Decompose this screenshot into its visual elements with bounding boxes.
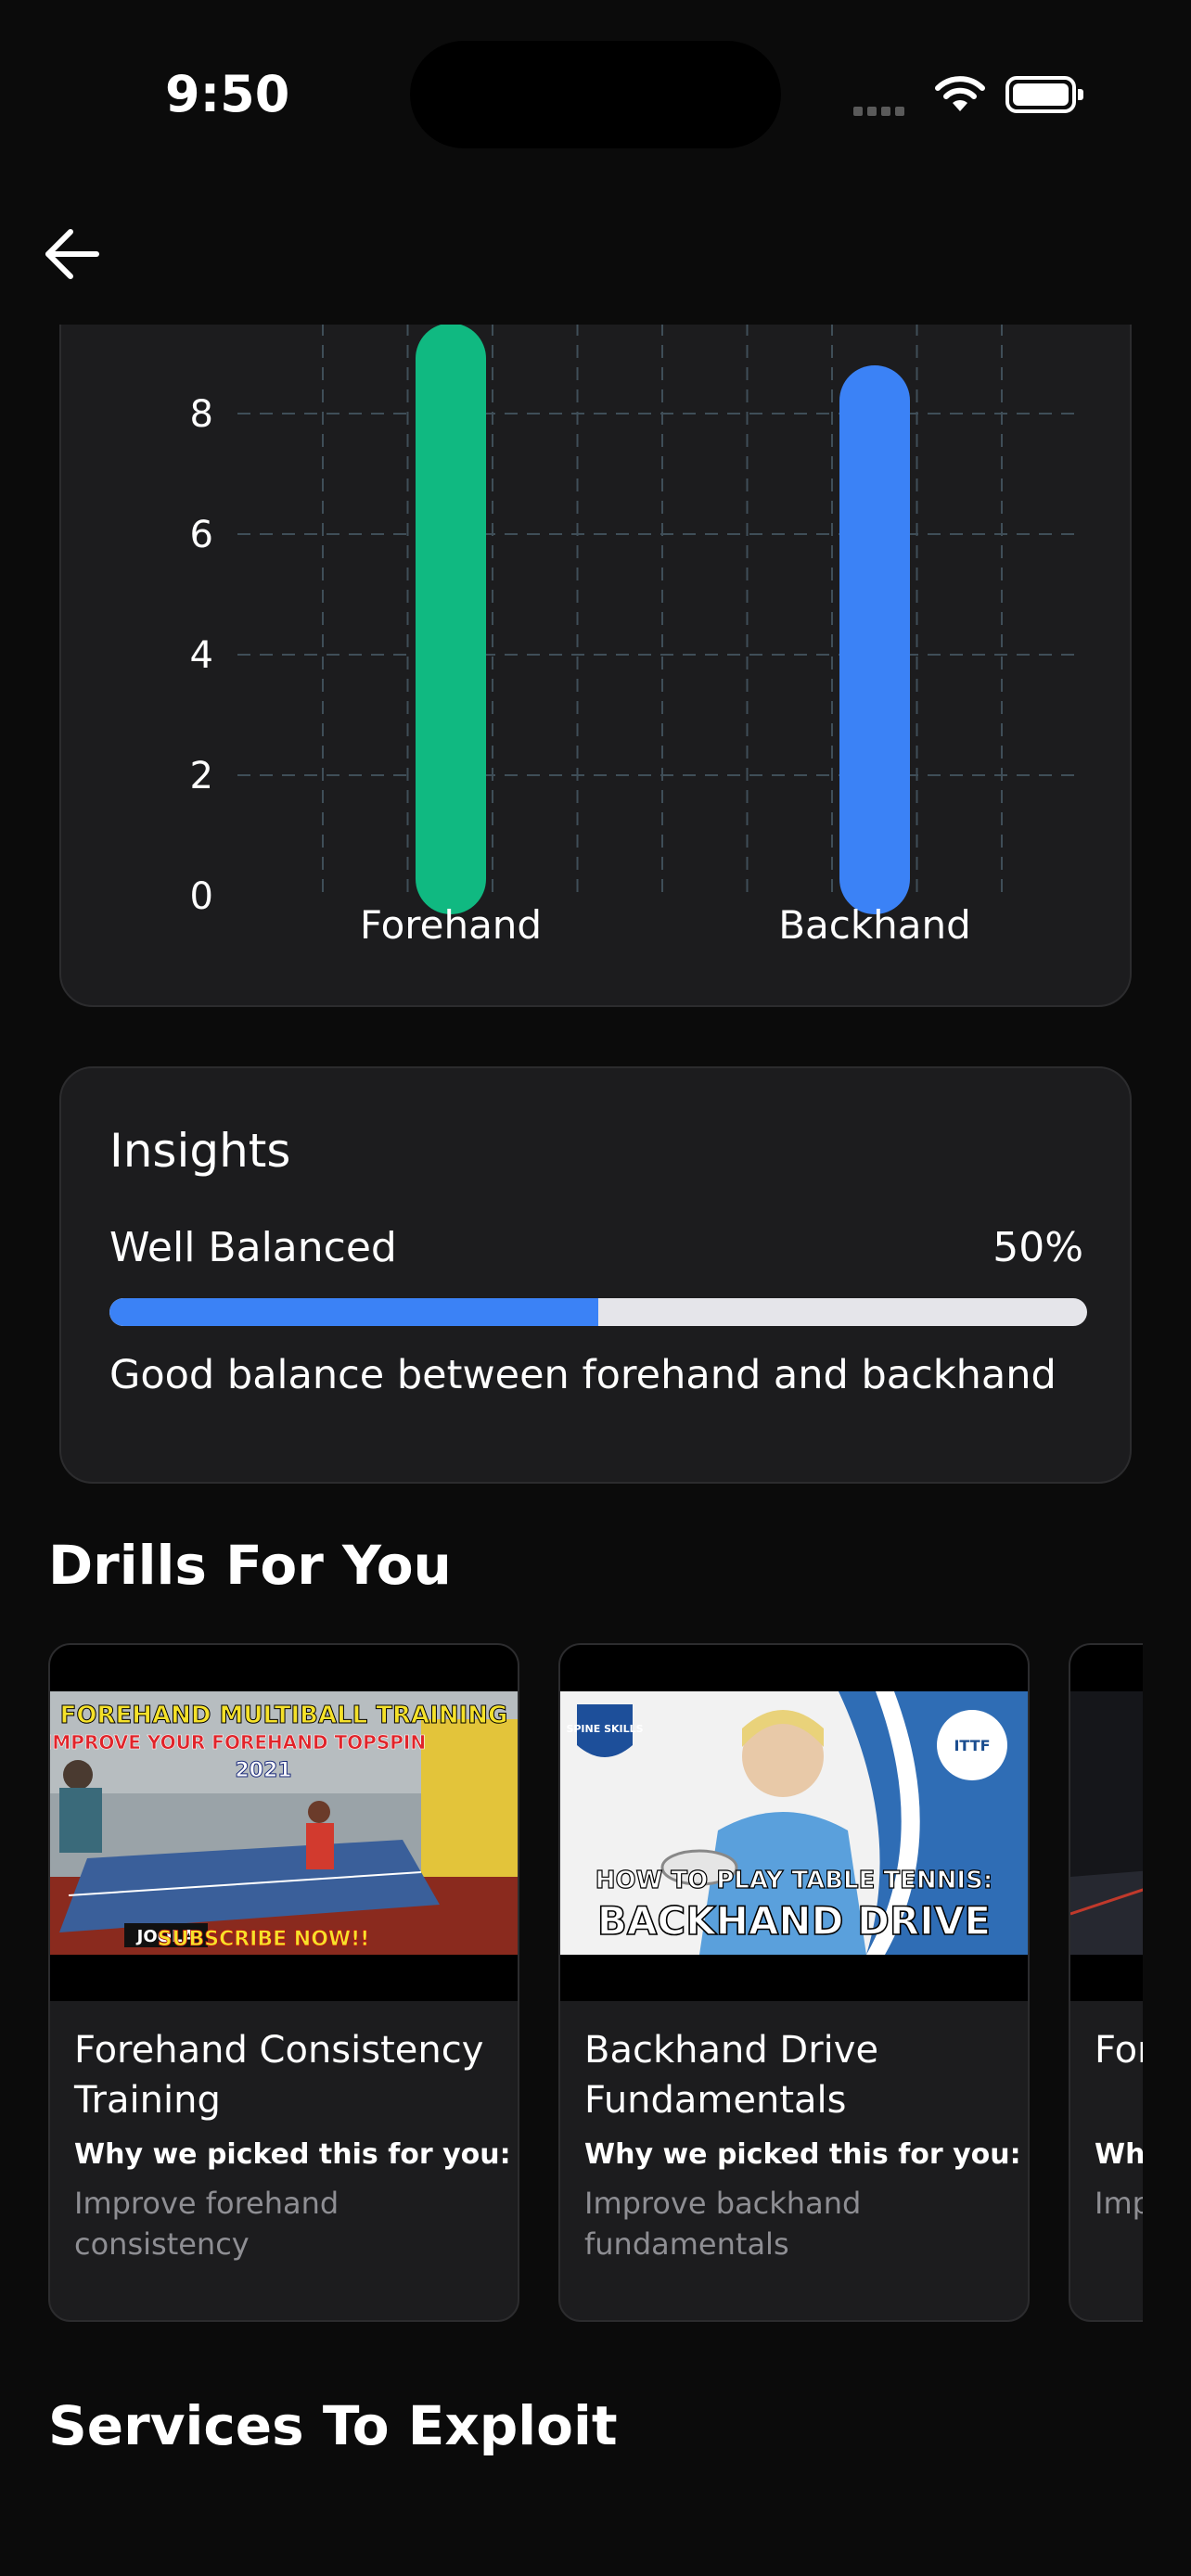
drill-reason: Improve forehand consistency: [74, 2186, 339, 2262]
thumb-line1: HOW TO PLAY TABLE TENNIS:: [596, 1867, 992, 1894]
status-time: 9:50: [165, 65, 290, 123]
y-tick-label: 8: [190, 393, 213, 436]
drill-title: Forehand Consistency Training: [74, 2029, 484, 2122]
stroke-balance-chart-card: 0 2 4 6 8 Forehand Backhand: [59, 232, 1132, 1007]
balance-status: Well Balanced: [109, 1224, 397, 1271]
drills-carousel[interactable]: FOREHAND MULTIBALL TRAINING IMPROVE YOUR…: [48, 1643, 1143, 2324]
insights-title: Insights: [109, 1124, 291, 1178]
y-tick-label: 2: [190, 755, 213, 797]
thumb-line1: FOREHAND MULTIBALL TRAINING: [60, 1702, 508, 1729]
drill-title: Forehand Training: [1095, 2029, 1143, 2072]
dynamic-island: [410, 41, 781, 148]
arrow-left-icon: [45, 229, 99, 279]
thumb-line2: IMPROVE YOUR FOREHAND TOPSPIN: [50, 1731, 426, 1753]
drill-thumbnail[interactable]: ITTF SPINE SKILLS HOW TO PLAY TABLE TENN…: [560, 1645, 1028, 2001]
bar-chart: 0 2 4 6 8 Forehand Backhand: [190, 234, 1082, 948]
y-tick-label: 4: [190, 634, 213, 677]
drill-card-forehand-training[interactable]: Forehand Training Why we picked this for…: [1069, 1643, 1143, 2322]
balance-progress-bar: [109, 1298, 1087, 1326]
thumb-line2: BACKHAND DRIVE: [597, 1898, 991, 1944]
bar-backhand: [839, 365, 910, 914]
bar-forehand: [416, 323, 486, 914]
drill-title: Backhand Drive Fundamentals: [584, 2029, 879, 2122]
balance-percent: 50%: [992, 1224, 1083, 1271]
drill-why-label: Why we picked this for you:: [74, 2138, 511, 2171]
drill-why-label: Why we picked this for you:: [1095, 2138, 1143, 2171]
x-category-label: Backhand: [778, 902, 971, 948]
insights-card: Insights Well Balanced 50% Good balance …: [59, 1066, 1132, 1484]
services-section-title: Services To Exploit: [48, 2394, 618, 2457]
drill-card-forehand[interactable]: FOREHAND MULTIBALL TRAINING IMPROVE YOUR…: [48, 1643, 519, 2322]
thumb-line4: SUBSCRIBE NOW!!: [158, 1928, 370, 1951]
cellular-signal-icon: [853, 102, 909, 120]
insights-description: Good balance between forehand and backha…: [109, 1352, 1057, 1398]
video-thumbnail-image: ITTF SPINE SKILLS HOW TO PLAY TABLE TENN…: [560, 1691, 1028, 1955]
wifi-icon: [935, 76, 985, 111]
thumb-logo: ITTF: [954, 1737, 990, 1754]
drill-thumbnail[interactable]: [1070, 1645, 1143, 2001]
drill-why-label: Why we picked this for you:: [584, 2138, 1021, 2171]
thumb-badge: SPINE SKILLS: [566, 1723, 643, 1735]
battery-icon: [1005, 76, 1083, 113]
balance-progress-fill: [109, 1298, 598, 1326]
drills-section-title: Drills For You: [48, 1534, 452, 1597]
x-category-label: Forehand: [360, 902, 542, 948]
video-thumbnail-image: FOREHAND MULTIBALL TRAINING IMPROVE YOUR…: [50, 1691, 518, 1955]
drill-reason: Improve backhand fundamentals: [584, 2186, 862, 2262]
y-tick-label: 0: [190, 875, 213, 918]
drill-thumbnail[interactable]: FOREHAND MULTIBALL TRAINING IMPROVE YOUR…: [50, 1645, 518, 2001]
drill-card-backhand[interactable]: ITTF SPINE SKILLS HOW TO PLAY TABLE TENN…: [558, 1643, 1030, 2322]
thumb-line3: 2021: [235, 1759, 291, 1782]
video-thumbnail-image: [1070, 1691, 1143, 1955]
top-header: 9:50: [0, 0, 1191, 325]
drill-reason: Improve: [1095, 2186, 1143, 2221]
y-tick-label: 6: [190, 514, 213, 556]
back-button[interactable]: [39, 221, 106, 287]
